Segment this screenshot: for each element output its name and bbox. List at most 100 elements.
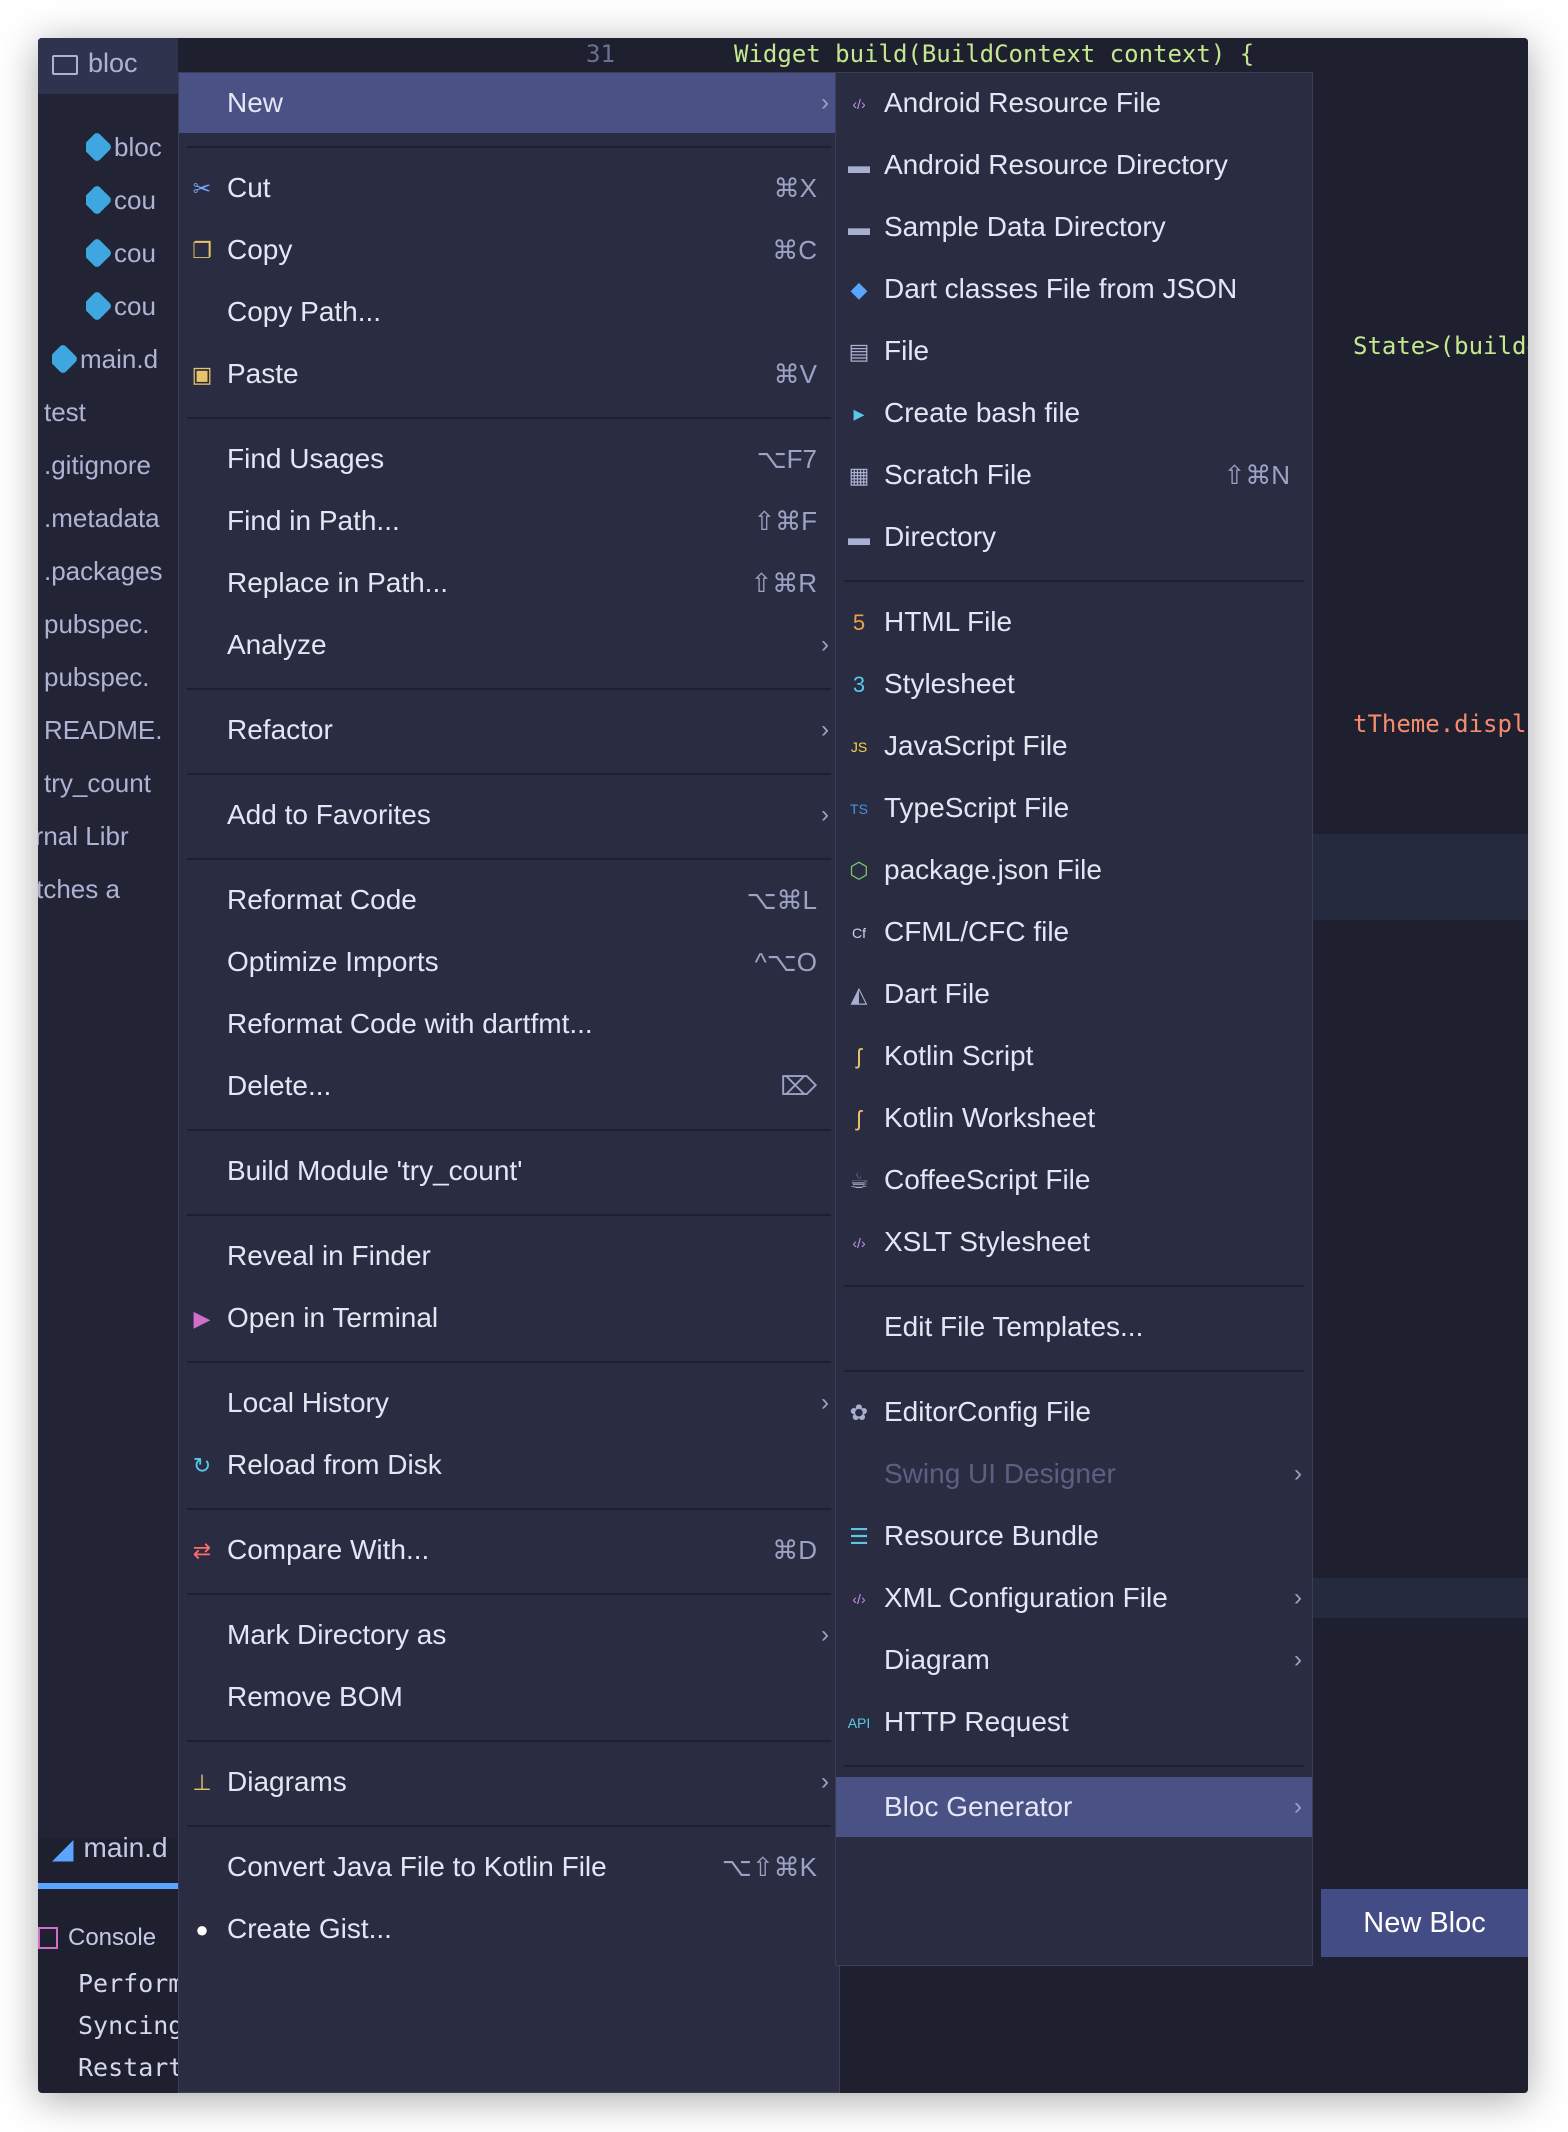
folder-icon: ▬ <box>848 153 870 178</box>
menu-item-analyze[interactable]: Analyze › <box>179 615 839 675</box>
menu-item-mark-directory-as[interactable]: Mark Directory as › <box>179 1605 839 1665</box>
menu-item-scratch-file[interactable]: ▦ Scratch File ⇧⌘N <box>836 445 1312 505</box>
context-menu: New › ✂ Cut ⌘X ❐ Copy ⌘C Copy Path... ▣ Paste ⌘V Fin… <box>178 72 840 2093</box>
menu-item-dart-file[interactable]: ◭ Dart File <box>836 964 1312 1024</box>
tree-item[interactable]: xternal Libr <box>38 811 129 861</box>
menu-item-reload-from-disk[interactable]: ↻ Reload from Disk <box>179 1435 839 1495</box>
menu-item-find-in-path[interactable]: Find in Path... ⇧⌘F <box>179 491 839 551</box>
menu-item-xml-configuration-file[interactable]: ‹/› XML Configuration File › <box>836 1568 1312 1628</box>
tree-item[interactable]: test <box>38 387 86 437</box>
menu-item-convert-java-file-to-kotlin-file[interactable]: Convert Java File to Kotlin File ⌥⇧⌘K <box>179 1837 839 1897</box>
tree-item[interactable]: main.d <box>52 334 158 384</box>
menu-item-copy[interactable]: ❐ Copy ⌘C <box>179 220 839 280</box>
menu-item-kotlin-worksheet[interactable]: ʃ Kotlin Worksheet <box>836 1088 1312 1148</box>
menu-item-reformat-code-with-dartfmt[interactable]: Reformat Code with dartfmt... <box>179 994 839 1054</box>
dart-file-icon <box>52 343 79 375</box>
menu-item-reformat-code[interactable]: Reformat Code ⌥⌘L <box>179 870 839 930</box>
menu-item-replace-in-path[interactable]: Replace in Path... ⇧⌘R <box>179 553 839 613</box>
menu-item-xslt-stylesheet[interactable]: ‹/› XSLT Stylesheet <box>836 1212 1312 1272</box>
chevron-right-icon: › <box>821 631 829 658</box>
menu-item-kotlin-script[interactable]: ʃ Kotlin Script <box>836 1026 1312 1086</box>
menu-item-local-history[interactable]: Local History › <box>179 1373 839 1433</box>
menu-item-label: Reload from Disk <box>227 1449 442 1480</box>
menu-item-label: Kotlin Script <box>884 1040 1034 1071</box>
tree-item-label: try_count <box>44 767 151 798</box>
menu-item-label: TypeScript File <box>884 792 1070 823</box>
tree-item-label: .gitignore <box>44 449 151 480</box>
menu-item-html-file[interactable]: 5 HTML File <box>836 592 1312 652</box>
menu-item-open-in-terminal[interactable]: ▶ Open in Terminal <box>179 1288 839 1348</box>
menu-item-package-json-file[interactable]: ⬡ package.json File <box>836 840 1312 900</box>
menu-item-dart-classes-file-from-json[interactable]: ◆ Dart classes File from JSON <box>836 259 1312 319</box>
tree-item[interactable]: pubspec. <box>38 652 150 702</box>
menu-item-http-request[interactable]: API HTTP Request <box>836 1692 1312 1752</box>
menu-item-javascript-file[interactable]: JS JavaScript File <box>836 716 1312 776</box>
menu-item-find-usages[interactable]: Find Usages ⌥F7 <box>179 429 839 489</box>
menu-item-file[interactable]: ▤ File <box>836 321 1312 381</box>
menu-item-optimize-imports[interactable]: Optimize Imports ^⌥O <box>179 932 839 992</box>
menu-item-label: Mark Directory as <box>227 1619 447 1650</box>
menu-item-remove-bom[interactable]: Remove BOM <box>179 1667 839 1727</box>
tree-item[interactable]: bloc <box>86 122 162 172</box>
file-icon: ▤ <box>848 339 870 364</box>
menu-item-delete[interactable]: Delete... ⌦ <box>179 1056 839 1116</box>
menu-item-label: Create bash file <box>884 397 1081 428</box>
menu-item-label: Local History <box>227 1387 389 1418</box>
menu-item-new[interactable]: New › <box>179 73 839 133</box>
menu-item-android-resource-directory[interactable]: ▬ Android Resource Directory <box>836 135 1312 195</box>
menu-item-sample-data-directory[interactable]: ▬ Sample Data Directory <box>836 197 1312 257</box>
tree-item[interactable]: cou <box>86 281 156 331</box>
menu-item-create-bash-file[interactable]: ▸ Create bash file <box>836 383 1312 443</box>
menu-item-copy-path[interactable]: Copy Path... <box>179 282 839 342</box>
xml-tag-icon: ‹/› <box>852 1235 866 1251</box>
menu-item-build-module-try-count[interactable]: Build Module 'try_count' <box>179 1141 839 1201</box>
tree-item[interactable]: cou <box>86 228 156 278</box>
menu-item-bloc-generator[interactable]: Bloc Generator › <box>836 1777 1312 1837</box>
menu-item-reveal-in-finder[interactable]: Reveal in Finder <box>179 1226 839 1286</box>
menu-item-label: Swing UI Designer <box>884 1458 1116 1489</box>
menu-separator <box>844 1369 1304 1372</box>
resource-bundle-icon: ☰ <box>849 1524 869 1549</box>
tree-item[interactable]: .packages <box>38 546 163 596</box>
new-bloc-item[interactable]: New Bloc <box>1321 1889 1528 1957</box>
tree-item[interactable]: cou <box>86 175 156 225</box>
menu-item-resource-bundle[interactable]: ☰ Resource Bundle <box>836 1506 1312 1566</box>
menu-item-create-gist[interactable]: ● Create Gist... <box>179 1899 839 1959</box>
menu-item-paste[interactable]: ▣ Paste ⌘V <box>179 344 839 404</box>
menu-item-editorconfig-file[interactable]: ✿ EditorConfig File <box>836 1382 1312 1442</box>
menu-item-add-to-favorites[interactable]: Add to Favorites › <box>179 785 839 845</box>
menu-item-label: Copy <box>227 234 293 265</box>
menu-item-label: Cut <box>227 172 271 203</box>
tree-item[interactable]: .metadata <box>38 493 160 543</box>
tree-root[interactable]: bloc <box>38 38 178 94</box>
tree-item[interactable]: cratches a <box>38 864 120 914</box>
tree-item[interactable]: try_count <box>38 758 151 808</box>
menu-item-coffeescript-file[interactable]: ☕ CoffeeScript File <box>836 1150 1312 1210</box>
menu-item-label: CoffeeScript File <box>884 1164 1091 1195</box>
menu-item-edit-file-templates[interactable]: Edit File Templates... <box>836 1297 1312 1357</box>
menu-item-cfml-cfc-file[interactable]: Cf CFML/CFC file <box>836 902 1312 962</box>
menu-separator <box>187 145 831 148</box>
menu-item-diagram[interactable]: Diagram › <box>836 1630 1312 1690</box>
console-tab[interactable]: Console <box>38 1908 178 1968</box>
menu-item-refactor[interactable]: Refactor › <box>179 700 839 760</box>
shortcut-label: ⌦ <box>780 1070 817 1101</box>
tree-item[interactable]: .gitignore <box>38 440 151 490</box>
menu-item-compare-with[interactable]: ⇄ Compare With... ⌘D <box>179 1520 839 1580</box>
menu-item-diagrams[interactable]: ⊥ Diagrams › <box>179 1752 839 1812</box>
menu-item-directory[interactable]: ▬ Directory <box>836 507 1312 567</box>
menu-item-typescript-file[interactable]: TS TypeScript File <box>836 778 1312 838</box>
menu-separator <box>187 1592 831 1595</box>
kotlin-worksheet-icon: ʃ <box>856 1106 862 1131</box>
tree-item[interactable]: README. <box>38 705 162 755</box>
menu-separator <box>187 1739 831 1742</box>
menu-item-android-resource-file[interactable]: ‹/› Android Resource File <box>836 73 1312 133</box>
menu-item-cut[interactable]: ✂ Cut ⌘X <box>179 158 839 218</box>
menu-separator <box>187 1824 831 1827</box>
menu-item-label: Create Gist... <box>227 1913 392 1944</box>
tree-item[interactable]: pubspec. <box>38 599 150 649</box>
menu-separator <box>844 1764 1304 1767</box>
editor-tab-main[interactable]: ◢ main.d <box>38 1818 178 1878</box>
menu-item-label: Refactor <box>227 714 333 745</box>
menu-item-stylesheet[interactable]: 3 Stylesheet <box>836 654 1312 714</box>
